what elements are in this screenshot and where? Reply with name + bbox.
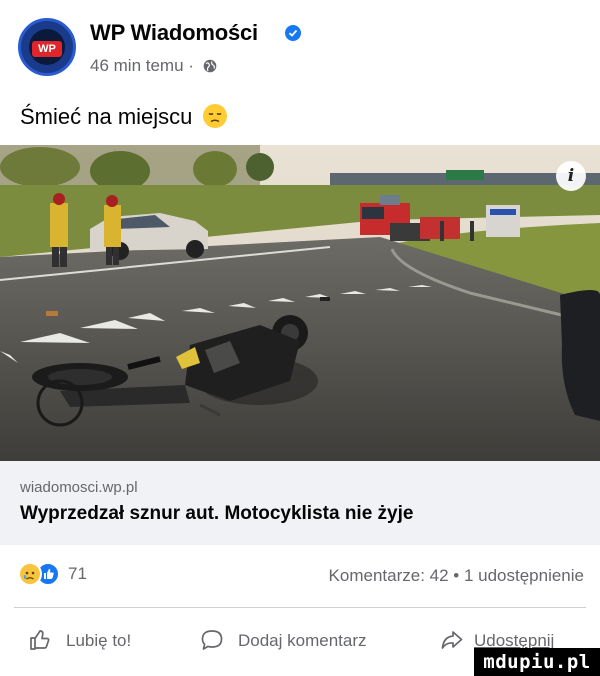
- divider: [14, 607, 586, 608]
- comment-bubble-icon: [201, 630, 223, 650]
- comments-shares-stats[interactable]: Komentarze: 42 • 1 udostępnienie: [329, 566, 584, 586]
- comment-label: Dodaj komentarz: [238, 631, 367, 650]
- comment-button[interactable]: Dodaj komentarz: [200, 622, 400, 658]
- post-message: Śmieć na miejscu: [20, 104, 193, 129]
- post-text: Śmieć na miejscu: [20, 104, 227, 130]
- link-preview[interactable]: wiadomosci.wp.pl Wyprzedzał sznur aut. M…: [0, 461, 600, 545]
- disappointed-face-emoji: [202, 104, 227, 128]
- link-title[interactable]: Wyprzedzał sznur aut. Motocyklista nie ż…: [20, 503, 413, 525]
- thumbs-up-icon: [30, 630, 50, 650]
- post-time[interactable]: 46 min temu ·: [90, 56, 194, 75]
- reaction-count: 71: [68, 564, 87, 583]
- link-domain: wiadomosci.wp.pl: [20, 479, 138, 496]
- accident-scene-image: [0, 145, 600, 461]
- page-name[interactable]: WP Wiadomości: [90, 20, 258, 46]
- wp-logo: WP: [32, 41, 62, 57]
- like-button[interactable]: Lubię to!: [28, 622, 158, 658]
- post-header: WP WP Wiadomości 46 min temu ·: [0, 0, 600, 90]
- post-photo[interactable]: i: [0, 145, 600, 461]
- sad-reaction-icon: [18, 562, 42, 586]
- like-label: Lubię to!: [66, 631, 132, 650]
- post-meta: 46 min temu ·: [90, 56, 217, 76]
- share-arrow-icon: [441, 631, 463, 649]
- page-avatar[interactable]: WP: [18, 18, 76, 76]
- verified-badge-icon: [285, 25, 301, 41]
- info-icon[interactable]: i: [556, 161, 586, 191]
- site-watermark: mdupiu.pl: [474, 648, 600, 676]
- globe-icon: [203, 59, 216, 73]
